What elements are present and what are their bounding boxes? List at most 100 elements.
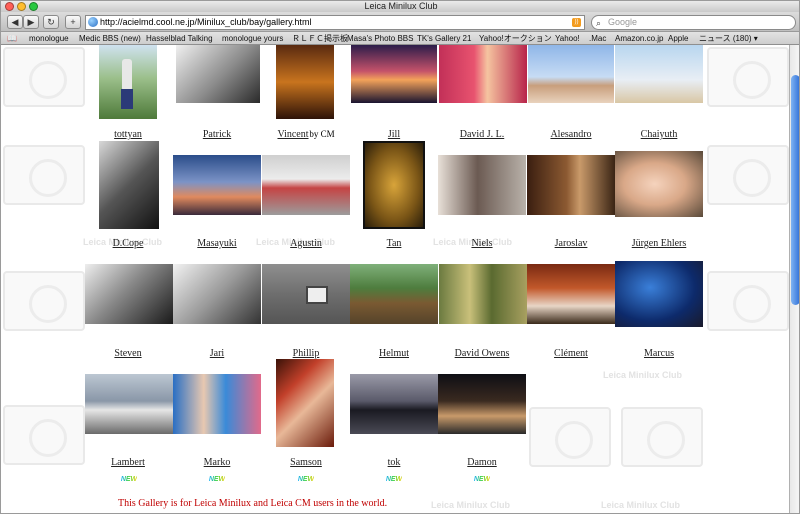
- bookmark-item[interactable]: TK's Gallery 21: [417, 32, 471, 45]
- bookmark-item[interactable]: Hasselblad Talking: [146, 32, 213, 45]
- photo-thumbnail[interactable]: [527, 155, 615, 215]
- photo-thumbnail[interactable]: [173, 374, 261, 434]
- watermark-camera: [707, 47, 789, 107]
- rss-icon[interactable]: )): [572, 18, 581, 27]
- photo-thumbnail[interactable]: [85, 264, 173, 324]
- search-field[interactable]: ⌕ Google: [591, 15, 796, 30]
- photographer-link[interactable]: Alesandro: [550, 129, 591, 140]
- bookmark-item[interactable]: ニュース (180) ▾: [699, 32, 758, 45]
- bookmark-item[interactable]: Apple: [668, 32, 688, 45]
- watermark-camera: [3, 47, 85, 107]
- add-bookmark-button[interactable]: +: [65, 15, 81, 29]
- window-title: Leica Minilux Club: [364, 1, 438, 11]
- photographer-link[interactable]: tottyan: [114, 129, 142, 140]
- photographer-link[interactable]: Marcus: [644, 348, 674, 359]
- photographer-link[interactable]: Agustin: [290, 238, 322, 249]
- address-url: http://acielmd.cool.ne.jp/Minilux_club/b…: [100, 17, 312, 27]
- photographer-link[interactable]: Chaiyuth: [641, 129, 678, 140]
- search-placeholder: Google: [608, 17, 638, 27]
- photographer-link[interactable]: Tan: [387, 238, 402, 249]
- bookmark-item[interactable]: .Mac: [589, 32, 606, 45]
- photo-thumbnail[interactable]: [438, 155, 526, 215]
- photo-thumbnail[interactable]: [439, 264, 527, 324]
- photographer-link[interactable]: Marko: [204, 457, 231, 468]
- photographer-link[interactable]: Jari: [210, 348, 224, 359]
- photographer-link[interactable]: Jaroslav: [555, 238, 588, 249]
- address-bar[interactable]: http://acielmd.cool.ne.jp/Minilux_club/b…: [85, 15, 585, 30]
- new-badge: NEW: [385, 476, 403, 483]
- bookmark-item[interactable]: monologue yours: [222, 32, 283, 45]
- bookmark-item[interactable]: Masa's Photo BBS: [347, 32, 413, 45]
- photographer-link[interactable]: Steven: [114, 348, 141, 359]
- photo-thumbnail[interactable]: [262, 264, 350, 324]
- watermark-camera: [529, 407, 611, 467]
- photographer-link[interactable]: David Owens: [455, 348, 510, 359]
- photographer-link[interactable]: Damon: [467, 457, 496, 468]
- photo-thumbnail[interactable]: [99, 45, 157, 119]
- photo-thumbnail[interactable]: [350, 374, 438, 434]
- photographer-link[interactable]: Helmut: [379, 348, 409, 359]
- back-button[interactable]: ◀: [7, 15, 23, 29]
- photographer-link[interactable]: Niels: [471, 238, 492, 249]
- photographer-link[interactable]: Clément: [554, 348, 588, 359]
- photographer-link[interactable]: Masayuki: [197, 238, 236, 249]
- search-icon: ⌕: [596, 18, 602, 28]
- watermark-camera: [621, 407, 703, 467]
- photo-thumbnail[interactable]: [85, 374, 173, 434]
- reload-button[interactable]: ↻: [43, 15, 59, 29]
- photo-thumbnail[interactable]: [439, 45, 527, 103]
- photographer-link[interactable]: Samson: [290, 457, 322, 468]
- photographer-link[interactable]: D.Cope: [113, 238, 144, 249]
- bookmark-item[interactable]: monologue: [29, 32, 69, 45]
- photo-thumbnail[interactable]: [615, 151, 703, 217]
- forward-button[interactable]: ▶: [23, 15, 39, 29]
- photo-thumbnail[interactable]: [176, 45, 260, 103]
- scrollbar-thumb[interactable]: [791, 75, 799, 305]
- photo-thumbnail[interactable]: [173, 264, 261, 324]
- photographer-link[interactable]: tok: [388, 457, 401, 468]
- vertical-scrollbar[interactable]: [789, 45, 799, 513]
- plus-icon: +: [70, 17, 76, 27]
- close-window-button[interactable]: [5, 2, 14, 11]
- photographer-link[interactable]: Jürgen Ehlers: [632, 238, 687, 249]
- bookmark-item[interactable]: Yahoo!: [555, 32, 580, 45]
- photographer-link[interactable]: Vincent: [277, 129, 308, 140]
- reload-icon: ↻: [47, 17, 55, 27]
- photographer-link[interactable]: Phillip: [293, 348, 320, 359]
- globe-icon: [88, 17, 98, 27]
- photo-thumbnail[interactable]: [276, 45, 334, 119]
- bookmark-item[interactable]: Medic BBS (new): [79, 32, 141, 45]
- zoom-window-button[interactable]: [29, 2, 38, 11]
- photographer-link[interactable]: Patrick: [203, 129, 231, 140]
- new-badge: NEW: [120, 476, 138, 483]
- forward-arrow-icon: ▶: [27, 17, 35, 27]
- title-bar: Leica Minilux Club: [1, 1, 799, 12]
- minimize-window-button[interactable]: [17, 2, 26, 11]
- bookmark-item[interactable]: ＲＬＦＣ掲示板: [292, 32, 348, 45]
- photo-thumbnail[interactable]: [351, 45, 437, 103]
- photographer-link[interactable]: Jill: [388, 129, 400, 140]
- new-badge: NEW: [473, 476, 491, 483]
- photo-thumbnail[interactable]: [99, 141, 159, 229]
- bookmark-item[interactable]: Amazon.co.jp: [615, 32, 663, 45]
- photographer-link[interactable]: David J. L.: [460, 129, 504, 140]
- photo-thumbnail[interactable]: [363, 141, 425, 229]
- photo-thumbnail[interactable]: [276, 359, 334, 447]
- photographer-link[interactable]: Lambert: [111, 457, 145, 468]
- photo-thumbnail[interactable]: [262, 155, 350, 215]
- photo-thumbnail[interactable]: [350, 264, 438, 324]
- bookmarks-book-icon[interactable]: 📖: [7, 32, 17, 45]
- photo-thumbnail[interactable]: [173, 155, 261, 215]
- photo-thumbnail[interactable]: [438, 374, 526, 434]
- browser-toolbar: ◀ ▶ ↻ + http://acielmd.cool.ne.jp/Minilu…: [1, 12, 799, 32]
- caption-note: by CM: [309, 129, 335, 139]
- photo-thumbnail[interactable]: [528, 45, 614, 103]
- new-badge: NEW: [297, 476, 315, 483]
- photo-thumbnail[interactable]: [615, 261, 703, 327]
- bookmark-item[interactable]: Yahoo!オークション: [479, 32, 552, 45]
- watermark-camera: [707, 271, 789, 331]
- new-badge: NEW: [208, 476, 226, 483]
- photo-thumbnail[interactable]: [527, 264, 615, 324]
- watermark-camera: [3, 405, 85, 465]
- photo-thumbnail[interactable]: [615, 45, 703, 103]
